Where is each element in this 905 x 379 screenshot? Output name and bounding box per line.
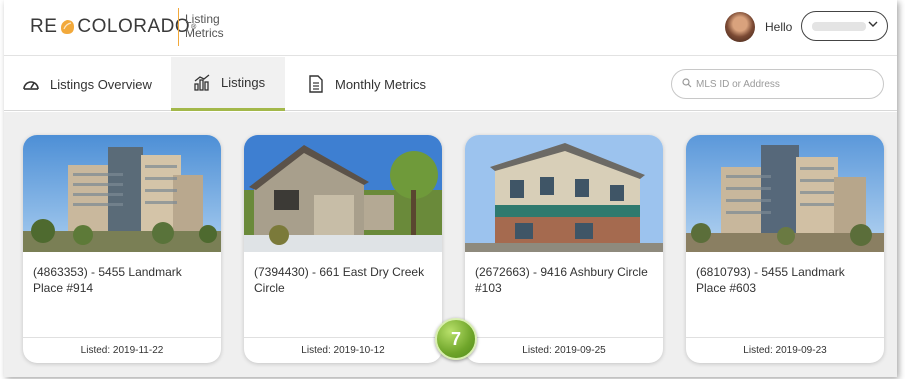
app-window: RE COLORADO ® Listing Metrics Hello List… xyxy=(4,0,897,377)
listing-title[interactable]: (7394430) - 661 East Dry Creek Circle xyxy=(254,264,434,296)
search-icon xyxy=(682,75,692,93)
listing-title[interactable]: (4863353) - 5455 Landmark Place #914 xyxy=(33,264,213,296)
avatar[interactable] xyxy=(725,12,755,42)
listing-photo xyxy=(244,135,442,252)
listing-card[interactable]: (7394430) - 661 East Dry Creek Circle Li… xyxy=(244,135,442,363)
tab-label: Listings xyxy=(221,75,266,90)
app-title-line2: Metrics xyxy=(185,26,224,40)
user-menu-dropdown[interactable] xyxy=(801,11,888,41)
callout-step-badge: 7 xyxy=(435,318,477,360)
listing-photo xyxy=(686,135,884,252)
search-input[interactable] xyxy=(696,78,876,90)
logo-divider xyxy=(178,8,179,46)
document-icon xyxy=(307,75,325,93)
listing-photo xyxy=(465,135,663,252)
drop-logo-icon xyxy=(58,18,76,36)
greeting-text: Hello xyxy=(765,20,793,34)
recolorado-logo[interactable]: RE COLORADO ® xyxy=(30,14,197,40)
search-box[interactable] xyxy=(671,69,884,99)
tab-listings[interactable]: Listings xyxy=(171,57,285,111)
tab-listings-overview[interactable]: Listings Overview xyxy=(22,57,152,111)
listing-card[interactable]: (6810793) - 5455 Landmark Place #603 Lis… xyxy=(686,135,884,363)
listing-date: Listed: 2019-11-22 xyxy=(23,337,221,363)
listing-title[interactable]: (2672663) - 9416 Ashbury Circle #103 xyxy=(475,264,655,296)
listing-card[interactable]: (2672663) - 9416 Ashbury Circle #103 Lis… xyxy=(465,135,663,363)
listing-date: Listed: 2019-09-23 xyxy=(686,337,884,363)
tab-label: Monthly Metrics xyxy=(335,76,427,92)
listing-date: Listed: 2019-09-25 xyxy=(465,337,663,363)
tab-monthly-metrics[interactable]: Monthly Metrics xyxy=(307,57,426,111)
app-title: Listing Metrics xyxy=(185,12,224,40)
tab-bar: Listings Overview Listings Monthly Metri… xyxy=(4,57,897,111)
user-name-redacted xyxy=(812,22,866,31)
bar-chart-icon xyxy=(193,73,211,92)
gauge-icon xyxy=(22,75,40,93)
listing-photo xyxy=(23,135,221,252)
listing-date: Listed: 2019-10-12 xyxy=(244,337,442,363)
tab-label: Listings Overview xyxy=(50,76,152,92)
logo-text-re: RE xyxy=(30,16,58,37)
listing-card[interactable]: (4863353) - 5455 Landmark Place #914 Lis… xyxy=(23,135,221,363)
chevron-down-icon xyxy=(867,18,879,33)
top-bar: RE COLORADO ® Listing Metrics Hello xyxy=(4,0,897,56)
logo-text-colorado: COLORADO xyxy=(77,16,191,37)
app-title-line1: Listing xyxy=(185,12,220,26)
listing-title[interactable]: (6810793) - 5455 Landmark Place #603 xyxy=(696,264,876,296)
